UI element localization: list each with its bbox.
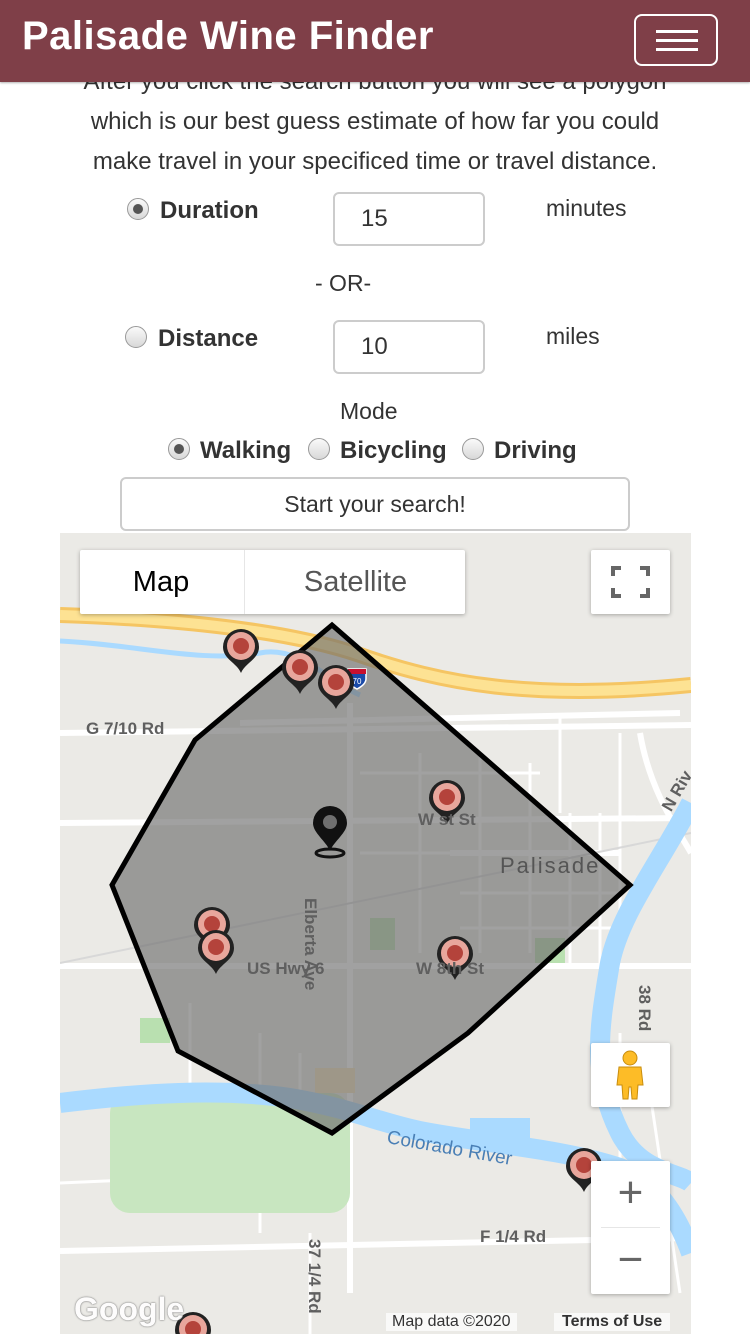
street-view-pegman-button[interactable] [591,1043,670,1107]
map-label-w8th: W 8th St [416,959,484,978]
google-logo[interactable]: Google [74,1291,184,1328]
map-label-west-st: W st St [418,810,476,829]
start-search-button[interactable]: Start your search! [120,477,630,531]
map-type-satellite-button[interactable]: Satellite [244,550,466,614]
zoom-out-button[interactable]: − [591,1228,670,1294]
intro-line-2: which is our best guess estimate of how … [90,108,660,135]
distance-input[interactable]: 10 [333,320,485,374]
duration-input[interactable]: 15 [333,192,485,246]
map-label-palisade: Palisade [500,853,601,878]
duration-radio[interactable] [127,198,149,220]
hamburger-menu-button[interactable] [634,14,718,66]
walking-radio[interactable] [168,438,190,460]
map-type-control: Map Satellite [80,550,465,614]
intro-line-3: make travel in your specificed time or t… [92,148,658,175]
map-label-38-rd: 38 Rd [635,985,654,1032]
driving-radio[interactable] [462,438,484,460]
driving-label: Driving [494,437,577,464]
fullscreen-button[interactable] [591,550,670,614]
map-label-g-rd: G 7/10 Rd [86,719,165,738]
pegman-icon [616,1050,644,1100]
bicycling-radio[interactable] [308,438,330,460]
map-view[interactable]: 70 G 7/10 Rd W st St Palisade Elberta Av… [60,533,691,1334]
walking-label: Walking [200,437,292,464]
menu-icon-bar [656,48,698,51]
zoom-in-button[interactable]: + [591,1161,670,1227]
app-title[interactable]: Palisade Wine Finder [22,14,434,59]
or-separator: - OR- [315,270,372,296]
terms-of-use-link[interactable]: Terms of Use [554,1313,671,1331]
origin-location-pin-icon[interactable] [313,806,347,859]
duration-unit: minutes [546,195,627,221]
menu-icon-bar [656,30,698,33]
menu-icon-bar [656,39,698,42]
mode-label: Mode [340,398,398,424]
map-label-f-1-4-rd: F 1/4 Rd [480,1227,547,1246]
map-label-us6: US Hwy 6 [247,959,325,978]
map-label-37-1-4-rd: 37 1/4 Rd [305,1239,324,1314]
distance-unit: miles [546,323,600,349]
map-type-map-button[interactable]: Map [80,550,242,614]
interstate-shield-number: 70 [353,677,362,686]
duration-label: Duration [160,197,259,224]
top-navbar: Palisade Wine Finder [0,0,750,82]
zoom-control: + − [591,1161,670,1294]
map-attribution: Map data ©2020 [386,1313,517,1331]
bicycling-label: Bicycling [340,437,447,464]
fullscreen-icon [611,566,650,598]
distance-radio[interactable] [125,326,147,348]
distance-label: Distance [158,325,259,352]
